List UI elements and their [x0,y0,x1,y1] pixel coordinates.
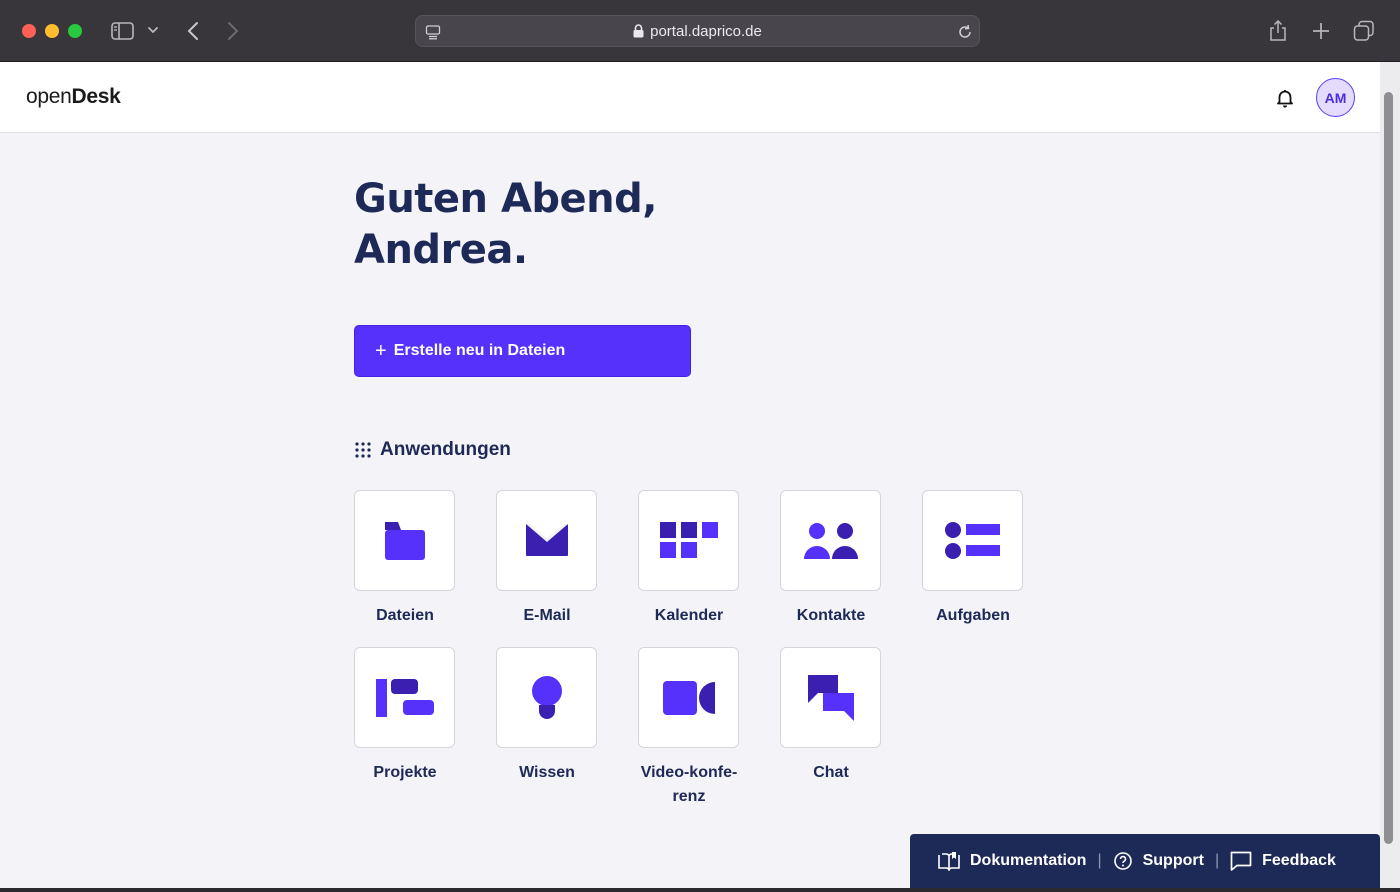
window-bottom-edge [0,888,1400,892]
app-label: Dateien [376,607,434,624]
close-window-button[interactable] [22,24,36,38]
app-tile[interactable] [638,647,739,748]
minimize-window-button[interactable] [45,24,59,38]
plus-icon: + [375,340,387,362]
url-value: portal.daprico.de [650,23,762,40]
app-video-conference[interactable]: Video-konfe-renz [638,647,740,809]
browser-toolbar: portal.daprico.de [0,0,1400,62]
page-content: openDesk AM Guten Abend, Andrea. + Erste… [0,62,1380,888]
mail-icon [525,523,568,556]
new-tab-icon[interactable] [1310,20,1332,42]
app-grid-icon [355,442,371,458]
book-icon [938,852,960,871]
forward-arrow-icon[interactable] [222,19,244,43]
app-tile[interactable] [638,490,739,591]
app-tasks[interactable]: Aufgaben [922,490,1024,628]
app-label: Wissen [519,764,575,781]
documentation-label: Dokumentation [970,852,1087,869]
zoom-window-button[interactable] [68,24,82,38]
help-footer-bar: Dokumentation | Support | Feedback [910,834,1380,888]
app-tile[interactable] [354,647,455,748]
chat-icon [807,674,854,721]
video-camera-icon [662,680,715,715]
address-bar[interactable]: portal.daprico.de [415,15,980,47]
app-tile[interactable] [780,647,881,748]
app-label: Kalender [654,607,724,624]
app-calendar[interactable]: Kalender [638,490,740,628]
app-email[interactable]: E-Mail [496,490,598,628]
app-label-line-1: Video-konfe- [640,764,738,781]
app-label: Aufgaben [936,607,1010,624]
contacts-icon [803,522,858,559]
app-tile[interactable] [354,490,455,591]
scrollbar-thumb[interactable] [1384,92,1393,844]
footer-separator: | [1097,852,1102,869]
reload-icon[interactable] [956,23,974,41]
message-square-icon [1230,851,1252,871]
calendar-icon [659,521,718,558]
app-chat[interactable]: Chat [780,647,882,785]
tab-overview-icon[interactable] [1352,19,1376,43]
back-arrow-icon[interactable] [182,19,204,43]
folder-icon [384,521,425,560]
opendesk-logo[interactable]: openDesk [26,85,121,109]
greeting-heading: Guten Abend, Andrea. [354,174,657,276]
app-tile[interactable] [496,490,597,591]
support-link[interactable]: Support [1113,851,1204,871]
app-projects[interactable]: Projekte [354,647,456,785]
greeting-line-2: Andrea. [354,227,528,273]
logo-text-bold: Desk [71,85,121,108]
app-label-line-2: renz [672,788,706,805]
app-knowledge[interactable]: Wissen [496,647,598,785]
help-circle-icon [1113,852,1132,870]
url-text: portal.daprico.de [416,23,979,42]
footer-separator: | [1214,852,1220,869]
documentation-link[interactable]: Dokumentation [938,851,1086,871]
create-button-label: Erstelle neu in Dateien [393,342,566,359]
support-label: Support [1142,852,1204,869]
projects-icon [375,678,434,717]
feedback-label: Feedback [1262,852,1336,869]
feedback-link[interactable]: Feedback [1230,851,1336,871]
app-tile[interactable] [780,490,881,591]
create-new-in-files-button[interactable]: + Erstelle neu in Dateien [354,325,691,377]
applications-title: Anwendungen [380,439,511,460]
tasks-icon [944,521,1000,559]
chevron-down-icon[interactable] [146,23,160,37]
app-contacts[interactable]: Kontakte [780,490,882,628]
greeting-line-1: Guten Abend, [354,176,657,222]
notification-bell-icon[interactable] [1274,87,1296,109]
logo-text-light: open [26,85,72,108]
share-icon[interactable] [1267,18,1289,44]
sidebar-toggle-icon[interactable] [110,19,134,43]
applications-heading: Anwendungen [354,439,511,461]
app-header: openDesk AM [0,62,1380,133]
app-tile[interactable] [922,490,1023,591]
app-tile[interactable] [496,647,597,748]
app-label: Chat [813,764,849,781]
app-label: Kontakte [796,607,866,624]
app-files[interactable]: Dateien [354,490,456,628]
app-label: Video-konfe-renz [638,761,740,809]
lightbulb-icon [531,675,562,719]
user-avatar[interactable]: AM [1316,78,1355,117]
app-label: E-Mail [523,607,571,624]
lock-icon [633,24,644,42]
app-label: Projekte [373,764,437,781]
